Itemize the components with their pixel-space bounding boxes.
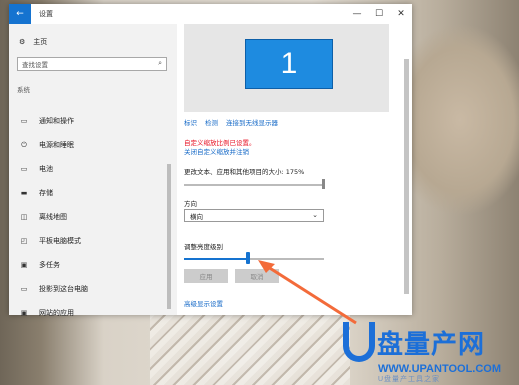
close-button[interactable]: ✕ xyxy=(390,4,412,24)
search-input[interactable]: 查找设置 ⌕ xyxy=(17,57,167,71)
sidebar-item-label: 电池 xyxy=(39,165,53,173)
gear-icon: ⚙ xyxy=(19,38,26,46)
turn-off-scaling-link[interactable]: 关闭自定义缩放并注销 xyxy=(184,146,249,156)
apply-button[interactable]: 应用 xyxy=(184,269,228,283)
sidebar-item[interactable]: ◫ 离线地图 xyxy=(19,205,169,229)
identify-link[interactable]: 标识 xyxy=(184,117,197,127)
scale-label: 更改文本、应用和其他项目的大小: 175% xyxy=(184,168,305,176)
orientation-select[interactable]: 横向 ⌄ xyxy=(184,209,324,222)
sidebar-item-label: 多任务 xyxy=(39,261,60,269)
home-label: 主页 xyxy=(33,38,48,46)
scale-slider-track[interactable] xyxy=(184,184,324,186)
sidebar-item[interactable]: ▣ 网站的应用 xyxy=(19,301,169,325)
sidebar-item[interactable]: ▬ 存储 xyxy=(19,181,169,205)
search-placeholder: 查找设置 xyxy=(22,61,48,69)
display-links: 标识 检测 连接到无线显示器 xyxy=(184,117,278,127)
sidebar-item-label: 存储 xyxy=(39,189,53,197)
monitor-arrangement: 1 xyxy=(184,24,389,112)
sidebar-item-label: 通知和操作 xyxy=(39,117,74,125)
orientation-value: 横向 xyxy=(190,212,203,221)
notification-icon: ▭ xyxy=(20,117,28,125)
section-header: 系统 xyxy=(17,86,30,94)
sidebar-item-label: 网站的应用 xyxy=(39,309,74,317)
detect-link[interactable]: 检测 xyxy=(205,117,218,127)
watermark-sub: U盘量产工具之家 xyxy=(378,376,441,383)
u-logo-icon xyxy=(343,322,375,362)
chevron-down-icon: ⌄ xyxy=(312,211,318,219)
power-icon: ⏻ xyxy=(21,140,27,149)
sidebar-item[interactable]: ▣ 多任务 xyxy=(19,253,169,277)
window-controls: — ☐ ✕ xyxy=(346,4,412,24)
site-watermark: 盘量产网 xyxy=(343,322,485,362)
brightness-slider-thumb[interactable] xyxy=(246,252,251,264)
sidebar-item[interactable]: ▭ 通知和操作 xyxy=(19,109,169,133)
sidebar: ⚙ 主页 查找设置 ⌕ 系统 ▭ 通知和操作 ⏻ 电源和睡眠 ▭ 电池 ▬ 存储 ◫ 离线地图 ◰ 平… xyxy=(9,24,177,317)
settings-window: ← 设置 — ☐ ✕ ⚙ 主页 查找设置 ⌕ 系统 ▭ 通知和操作 ⏻ 电源和睡眠 ▭ 电… xyxy=(9,4,412,317)
search-icon[interactable]: ⌕ xyxy=(158,59,162,68)
minimize-button[interactable]: — xyxy=(346,4,368,24)
monitor-tile[interactable]: 1 xyxy=(245,39,333,89)
orientation-label: 方向 xyxy=(184,200,197,208)
advanced-display-settings-link[interactable]: 高级显示设置 xyxy=(184,298,223,308)
sidebar-item-label: 离线地图 xyxy=(39,213,67,221)
maximize-button[interactable]: ☐ xyxy=(368,4,390,24)
sidebar-item[interactable]: ▭ 投影到这台电脑 xyxy=(19,277,169,301)
tablet-icon: ◰ xyxy=(20,237,28,245)
nav-list: ▭ 通知和操作 ⏻ 电源和睡眠 ▭ 电池 ▬ 存储 ◫ 离线地图 ◰ 平板电脑模式 ▣ 多任务 ▭ 投影到这台… xyxy=(19,109,169,325)
sidebar-item-label: 电源和睡眠 xyxy=(39,141,74,149)
title-bar: ← 设置 — ☐ ✕ xyxy=(9,4,412,24)
home-nav-item[interactable]: ⚙ 主页 xyxy=(19,37,47,47)
sidebar-item[interactable]: ⏻ 电源和睡眠 xyxy=(19,133,169,157)
display-settings-panel: 1 标识 检测 连接到无线显示器 自定义缩放比例已设置。 关闭自定义缩放并注销 … xyxy=(177,24,412,315)
content-scrollbar[interactable] xyxy=(404,59,409,294)
back-button[interactable]: ← xyxy=(9,4,31,24)
watermark-brand: 盘量产网 xyxy=(377,329,486,360)
sidebar-item-label: 平板电脑模式 xyxy=(39,237,81,245)
sidebar-scrollbar[interactable] xyxy=(167,164,171,309)
window-title: 设置 xyxy=(39,10,53,18)
cancel-button[interactable]: 取消 xyxy=(235,269,279,283)
back-arrow-icon: ← xyxy=(16,9,24,19)
sidebar-item[interactable]: ◰ 平板电脑模式 xyxy=(19,229,169,253)
multitask-icon: ▣ xyxy=(20,261,28,269)
brightness-label: 调整亮度级别 xyxy=(184,243,223,251)
wireless-display-link[interactable]: 连接到无线显示器 xyxy=(226,117,278,127)
web-apps-icon: ▣ xyxy=(20,309,28,317)
project-icon: ▭ xyxy=(20,285,28,293)
storage-icon: ▬ xyxy=(20,189,28,197)
sidebar-item-label: 投影到这台电脑 xyxy=(39,285,88,293)
scale-slider-thumb[interactable] xyxy=(322,179,325,189)
map-icon: ◫ xyxy=(20,213,28,221)
battery-icon: ▭ xyxy=(20,165,28,173)
brightness-slider-fill xyxy=(184,258,249,260)
sidebar-item[interactable]: ▭ 电池 xyxy=(19,157,169,181)
